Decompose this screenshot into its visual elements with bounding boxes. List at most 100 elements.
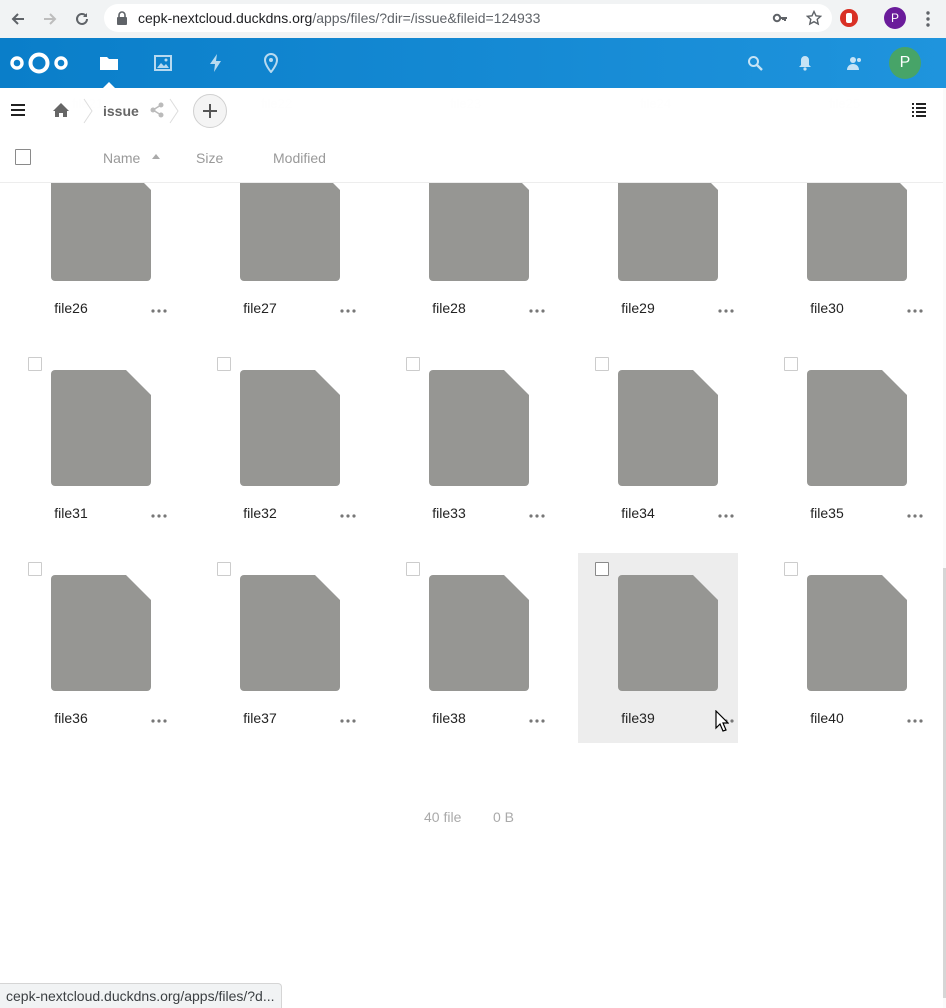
more-actions-icon[interactable]: [718, 308, 734, 314]
more-actions-icon[interactable]: [151, 718, 167, 724]
file-icon[interactable]: [240, 183, 340, 281]
key-icon[interactable]: [772, 10, 788, 26]
column-size[interactable]: Size: [196, 150, 223, 166]
file-name[interactable]: file35: [737, 505, 917, 521]
star-icon[interactable]: [806, 10, 822, 26]
app-navigation-toggle-icon[interactable]: [10, 102, 26, 118]
more-actions-icon[interactable]: [907, 513, 923, 519]
more-actions-icon[interactable]: [529, 513, 545, 519]
reload-icon[interactable]: [66, 3, 98, 35]
file-name[interactable]: file36: [0, 710, 161, 726]
file-tile[interactable]: file40: [767, 553, 927, 743]
more-vert-icon[interactable]: [920, 10, 936, 28]
file-name[interactable]: file29: [548, 300, 728, 316]
more-actions-icon[interactable]: [907, 308, 923, 314]
file-tile[interactable]: file26: [11, 183, 171, 333]
more-actions-icon[interactable]: [151, 308, 167, 314]
notifications-bell-icon[interactable]: [783, 38, 827, 88]
file-name[interactable]: file30: [737, 300, 917, 316]
file-icon[interactable]: [429, 575, 529, 691]
file-icon[interactable]: [807, 575, 907, 691]
file-tile[interactable]: file33: [389, 348, 549, 538]
file-name[interactable]: file40: [737, 710, 917, 726]
adblock-extension-icon[interactable]: [840, 9, 858, 27]
file-name[interactable]: file28: [359, 300, 539, 316]
file-icon[interactable]: [51, 575, 151, 691]
search-icon[interactable]: [733, 38, 777, 88]
file-tile[interactable]: file34: [578, 348, 738, 538]
lock-icon: [117, 11, 127, 25]
file-tile[interactable]: file38: [389, 553, 549, 743]
file-tile[interactable]: file36: [11, 553, 171, 743]
browser-profile-avatar[interactable]: P: [884, 7, 906, 29]
file-checkbox[interactable]: [406, 562, 420, 576]
file-name[interactable]: file39: [548, 710, 728, 726]
file-icon[interactable]: [618, 183, 718, 281]
file-checkbox[interactable]: [217, 562, 231, 576]
activity-app-icon[interactable]: [190, 38, 242, 88]
column-name[interactable]: Name: [103, 150, 140, 166]
more-actions-icon[interactable]: [340, 513, 356, 519]
file-icon[interactable]: [240, 575, 340, 691]
new-file-button[interactable]: [193, 94, 227, 128]
file-icon[interactable]: [618, 575, 718, 691]
more-actions-icon[interactable]: [151, 513, 167, 519]
file-icon[interactable]: [429, 183, 529, 281]
address-bar[interactable]: cepk-nextcloud.duckdns.org/apps/files/?d…: [104, 4, 832, 32]
photos-app-icon[interactable]: [137, 38, 189, 88]
file-tile[interactable]: file29: [578, 183, 738, 333]
select-all-checkbox[interactable]: [15, 149, 31, 165]
share-icon[interactable]: [149, 102, 165, 118]
file-tile[interactable]: file35: [767, 348, 927, 538]
file-tile[interactable]: file28: [389, 183, 549, 333]
file-name[interactable]: file37: [170, 710, 350, 726]
file-checkbox[interactable]: [595, 357, 609, 371]
file-tile[interactable]: file31: [11, 348, 171, 538]
file-icon[interactable]: [51, 183, 151, 281]
more-actions-icon[interactable]: [340, 718, 356, 724]
file-icon[interactable]: [429, 370, 529, 486]
home-icon[interactable]: [53, 102, 69, 118]
files-app-icon[interactable]: [83, 38, 135, 88]
file-tile[interactable]: file37: [200, 553, 360, 743]
forward-icon[interactable]: [34, 3, 66, 35]
file-checkbox[interactable]: [406, 357, 420, 371]
more-actions-icon[interactable]: [718, 513, 734, 519]
user-avatar[interactable]: P: [889, 47, 921, 79]
back-icon[interactable]: [2, 3, 34, 35]
file-name[interactable]: file31: [0, 505, 161, 521]
nextcloud-header: P: [0, 38, 946, 88]
file-icon[interactable]: [51, 370, 151, 486]
contacts-icon[interactable]: [833, 38, 877, 88]
more-actions-icon[interactable]: [340, 308, 356, 314]
file-name[interactable]: file33: [359, 505, 539, 521]
file-tile[interactable]: file32: [200, 348, 360, 538]
more-actions-icon[interactable]: [907, 718, 923, 724]
file-name[interactable]: file38: [359, 710, 539, 726]
url-path: /apps/files/?dir=/issue&fileid=124933: [312, 10, 541, 26]
maps-app-icon[interactable]: [245, 38, 297, 88]
file-checkbox[interactable]: [784, 357, 798, 371]
file-icon[interactable]: [240, 370, 340, 486]
file-icon[interactable]: [807, 183, 907, 281]
file-checkbox[interactable]: [595, 562, 609, 576]
nextcloud-logo[interactable]: [8, 50, 70, 76]
breadcrumb-current[interactable]: issue: [103, 103, 139, 119]
file-tile[interactable]: file39: [578, 553, 738, 743]
file-icon[interactable]: [807, 370, 907, 486]
file-checkbox[interactable]: [217, 357, 231, 371]
file-tile[interactable]: file27: [200, 183, 360, 333]
file-name[interactable]: file34: [548, 505, 728, 521]
file-name[interactable]: file26: [0, 300, 161, 316]
file-tile[interactable]: file30: [767, 183, 927, 333]
file-icon[interactable]: [618, 370, 718, 486]
more-actions-icon[interactable]: [529, 718, 545, 724]
file-checkbox[interactable]: [784, 562, 798, 576]
file-checkbox[interactable]: [28, 562, 42, 576]
file-name[interactable]: file32: [170, 505, 350, 521]
file-checkbox[interactable]: [28, 357, 42, 371]
file-name[interactable]: file27: [170, 300, 350, 316]
list-view-toggle-icon[interactable]: [911, 102, 927, 118]
more-actions-icon[interactable]: [529, 308, 545, 314]
column-modified[interactable]: Modified: [273, 150, 326, 166]
